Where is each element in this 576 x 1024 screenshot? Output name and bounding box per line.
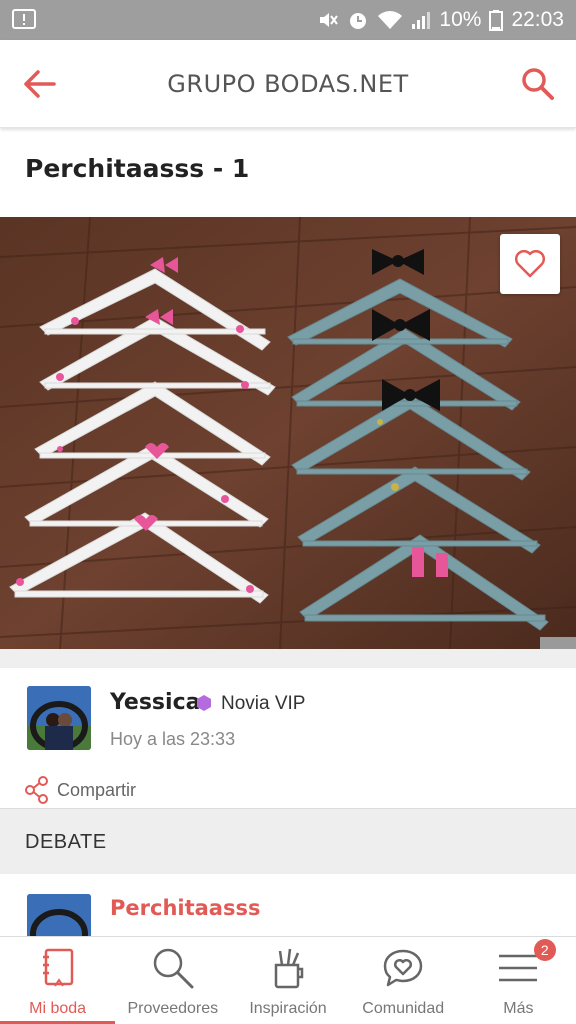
avatar[interactable] <box>27 686 91 750</box>
bottom-nav: Mi boda Proveedores Inspiración Comunida… <box>0 936 576 1024</box>
nav-label: Inspiración <box>249 1000 327 1017</box>
share-label: Compartir <box>57 779 137 800</box>
nav-mi-boda[interactable]: Mi boda <box>0 937 116 1024</box>
favorite-button[interactable] <box>500 234 560 294</box>
clock: 22:03 <box>511 8 564 31</box>
heart-outline-icon <box>515 250 545 278</box>
debate-section-header: DEBATE <box>0 808 576 874</box>
list-item[interactable]: Perchitaasss <box>0 874 576 936</box>
battery-percent: 10% <box>439 8 482 31</box>
back-button[interactable] <box>20 64 60 104</box>
status-bar: 10% 22:03 <box>0 0 576 40</box>
search-icon <box>153 948 194 989</box>
alarm-icon <box>347 9 369 31</box>
author-block: Yessica Novia VIP Hoy a las 23:33 Compar… <box>0 668 576 808</box>
share-icon <box>25 776 48 804</box>
battery-icon <box>489 9 504 31</box>
notification-badge: 2 <box>533 939 556 961</box>
arrow-left-icon <box>24 70 56 98</box>
signal-icon <box>411 9 431 31</box>
notification-icon <box>12 9 36 31</box>
nav-label: Proveedores <box>127 1000 219 1017</box>
separator <box>0 649 576 668</box>
post-photo[interactable] <box>0 217 576 649</box>
vip-hexagon-icon <box>197 695 211 711</box>
nav-proveedores[interactable]: Proveedores <box>115 937 230 1024</box>
nav-label: Mi boda <box>29 1000 87 1017</box>
nav-inspiracion[interactable]: Inspiración <box>230 937 345 1024</box>
nav-mas[interactable]: 2 Más <box>461 937 576 1024</box>
nav-label: Más <box>503 1000 534 1017</box>
share-button[interactable]: Compartir <box>25 776 136 804</box>
avatar <box>27 894 91 936</box>
notebook-icon <box>42 948 73 987</box>
search-button[interactable] <box>518 64 558 104</box>
wifi-icon <box>377 9 403 31</box>
mute-icon <box>317 9 339 31</box>
author-name[interactable]: Yessica <box>110 690 200 715</box>
vip-badge-label: Novia VIP <box>221 693 306 714</box>
search-icon <box>522 68 554 100</box>
nav-comunidad[interactable]: Comunidad <box>346 937 461 1024</box>
post-title: Perchitaasss - 1 <box>25 154 250 183</box>
post-time: Hoy a las 23:33 <box>110 729 236 749</box>
section-title: DEBATE <box>25 831 107 853</box>
app-bar: GRUPO BODAS.NET <box>0 40 576 128</box>
heart-chat-icon <box>383 949 423 987</box>
pencil-cup-icon <box>274 948 304 989</box>
nav-label: Comunidad <box>362 1000 445 1017</box>
debate-item-title[interactable]: Perchitaasss <box>110 896 260 920</box>
app-title: GRUPO BODAS.NET <box>167 69 409 98</box>
menu-icon <box>499 954 538 982</box>
decorated-hangers-photo <box>0 217 576 649</box>
